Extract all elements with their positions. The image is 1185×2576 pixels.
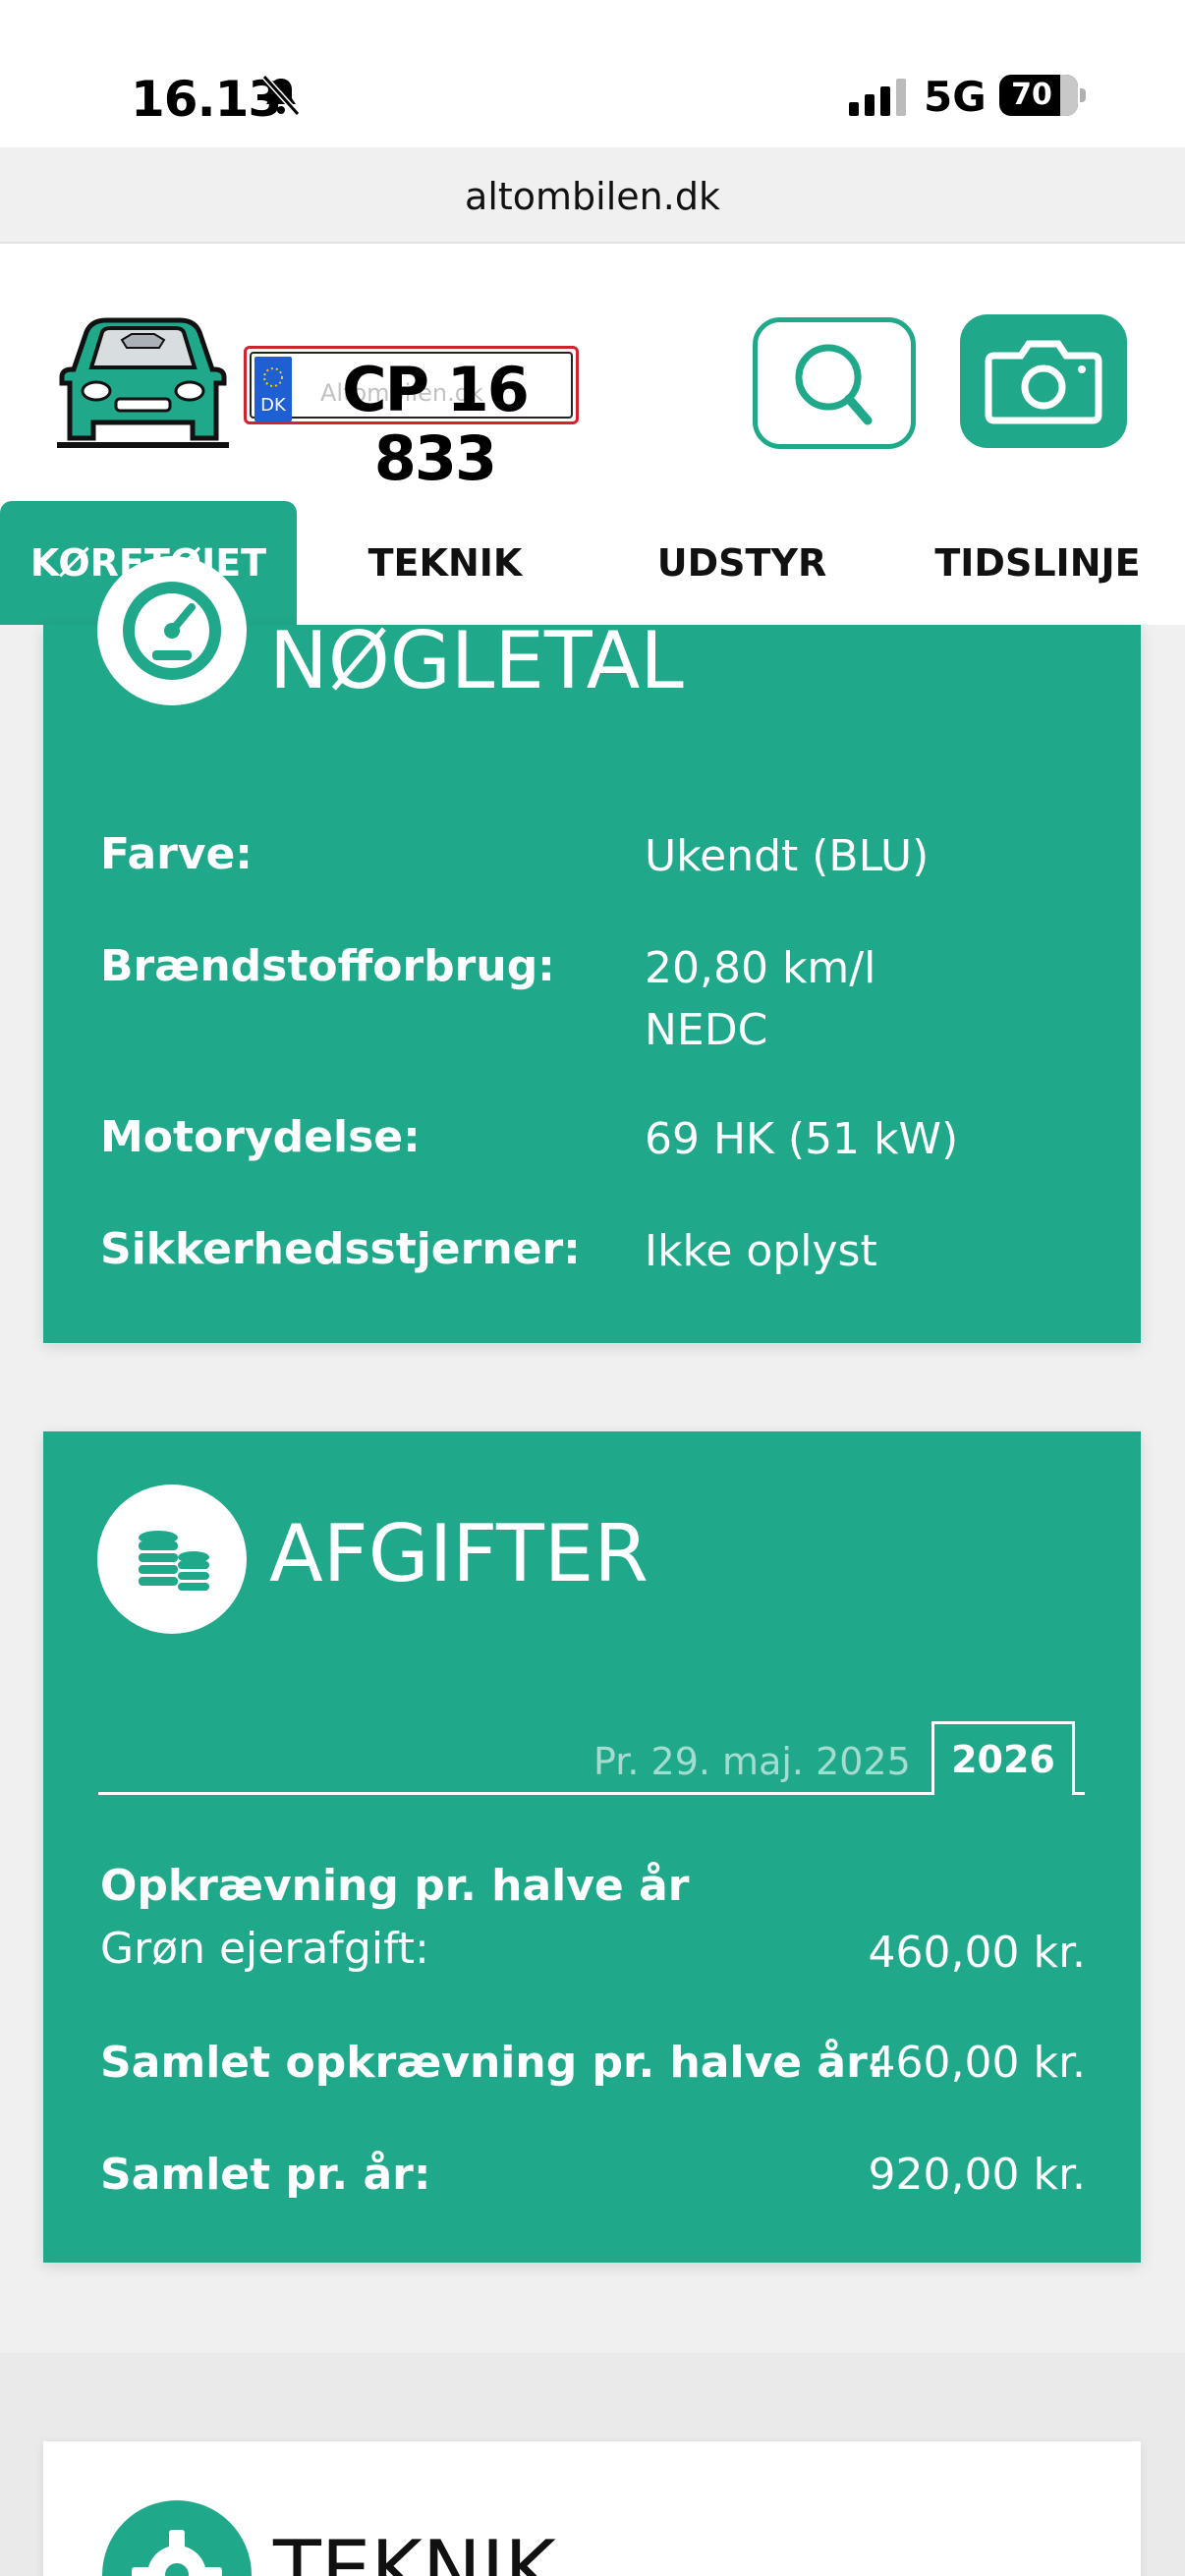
row-label-power: Motorydelse: <box>100 1112 421 1162</box>
key-figures-title: NØGLETAL <box>269 615 684 706</box>
green-tax-value: 460,00 kr. <box>868 1928 1086 1978</box>
total-year-label: Samlet pr. år: <box>100 2150 431 2200</box>
total-half-year-label: Samlet opkrævning pr. halve år: <box>100 2038 885 2088</box>
search-button[interactable] <box>753 317 916 449</box>
battery-icon: 70 <box>999 75 1078 116</box>
status-bar: 16.13 5G 70 altombilen.dk <box>0 0 1185 244</box>
key-figures-card: NØGLETAL Farve: Ukendt (BLU) Brændstoffo… <box>43 556 1141 1343</box>
row-value-color: Ukendt (BLU) <box>645 831 930 881</box>
technical-title: TEKNIK <box>273 2524 556 2576</box>
row-value-safety: Ikke oplyst <box>645 1226 877 1276</box>
tab-udstyr[interactable]: UDSTYR <box>593 501 890 625</box>
tax-date-tab[interactable]: Pr. 29. maj. 2025 <box>593 1740 911 1783</box>
row-label-safety: Sikkerhedsstjerner: <box>100 1224 581 1274</box>
network-label: 5G <box>924 73 987 121</box>
gear-icon-circle <box>102 2500 252 2576</box>
tab-tidslinje[interactable]: TIDSLINJE <box>890 501 1185 625</box>
tax-section-heading: Opkrævning pr. halve år <box>100 1861 690 1911</box>
speedometer-icon <box>123 582 221 680</box>
technical-card: TEKNIK <box>43 2441 1141 2576</box>
license-plate: DK Altombilen.dk CP 16 833 <box>244 346 579 493</box>
row-label-color: Farve: <box>100 829 253 879</box>
row-label-fuel: Brændstofforbrug: <box>100 941 555 991</box>
plate-country: DK <box>260 395 286 416</box>
bell-muted-icon <box>261 74 301 117</box>
camera-button[interactable] <box>960 314 1127 448</box>
total-half-year-value: 460,00 kr. <box>868 2038 1086 2088</box>
tab-teknik[interactable]: TEKNIK <box>297 501 593 625</box>
row-value-fuel-standard: NEDC <box>645 1005 768 1055</box>
gear-icon <box>132 2530 222 2576</box>
coins-icon-circle <box>97 1484 247 1634</box>
speedometer-icon-circle <box>97 556 247 705</box>
signal-icon <box>849 79 906 116</box>
camera-icon <box>985 340 1102 424</box>
row-value-power: 69 HK (51 kW) <box>645 1114 959 1164</box>
green-tax-label: Grøn ejerafgift: <box>100 1924 429 1974</box>
site-header: DK Altombilen.dk CP 16 833 <box>0 244 1185 501</box>
battery-tip <box>1080 88 1086 102</box>
url-bar[interactable]: altombilen.dk <box>0 175 1185 218</box>
row-value-fuel: 20,80 km/l <box>645 943 876 993</box>
taxes-card: AFGIFTER Pr. 29. maj. 2025 2026 Opkrævni… <box>43 1431 1141 2263</box>
coins-icon <box>139 1531 209 1591</box>
total-year-value: 920,00 kr. <box>868 2150 1086 2200</box>
eu-flag-icon: DK <box>254 357 292 421</box>
taxes-title: AFGIFTER <box>269 1508 649 1599</box>
battery-level: 70 <box>1011 78 1052 112</box>
eu-stars-icon <box>263 367 283 387</box>
plate-number: CP 16 833 <box>342 354 530 494</box>
search-icon <box>795 344 873 425</box>
tax-year-tab[interactable]: 2026 <box>931 1721 1075 1795</box>
car-logo-icon[interactable] <box>57 312 229 455</box>
